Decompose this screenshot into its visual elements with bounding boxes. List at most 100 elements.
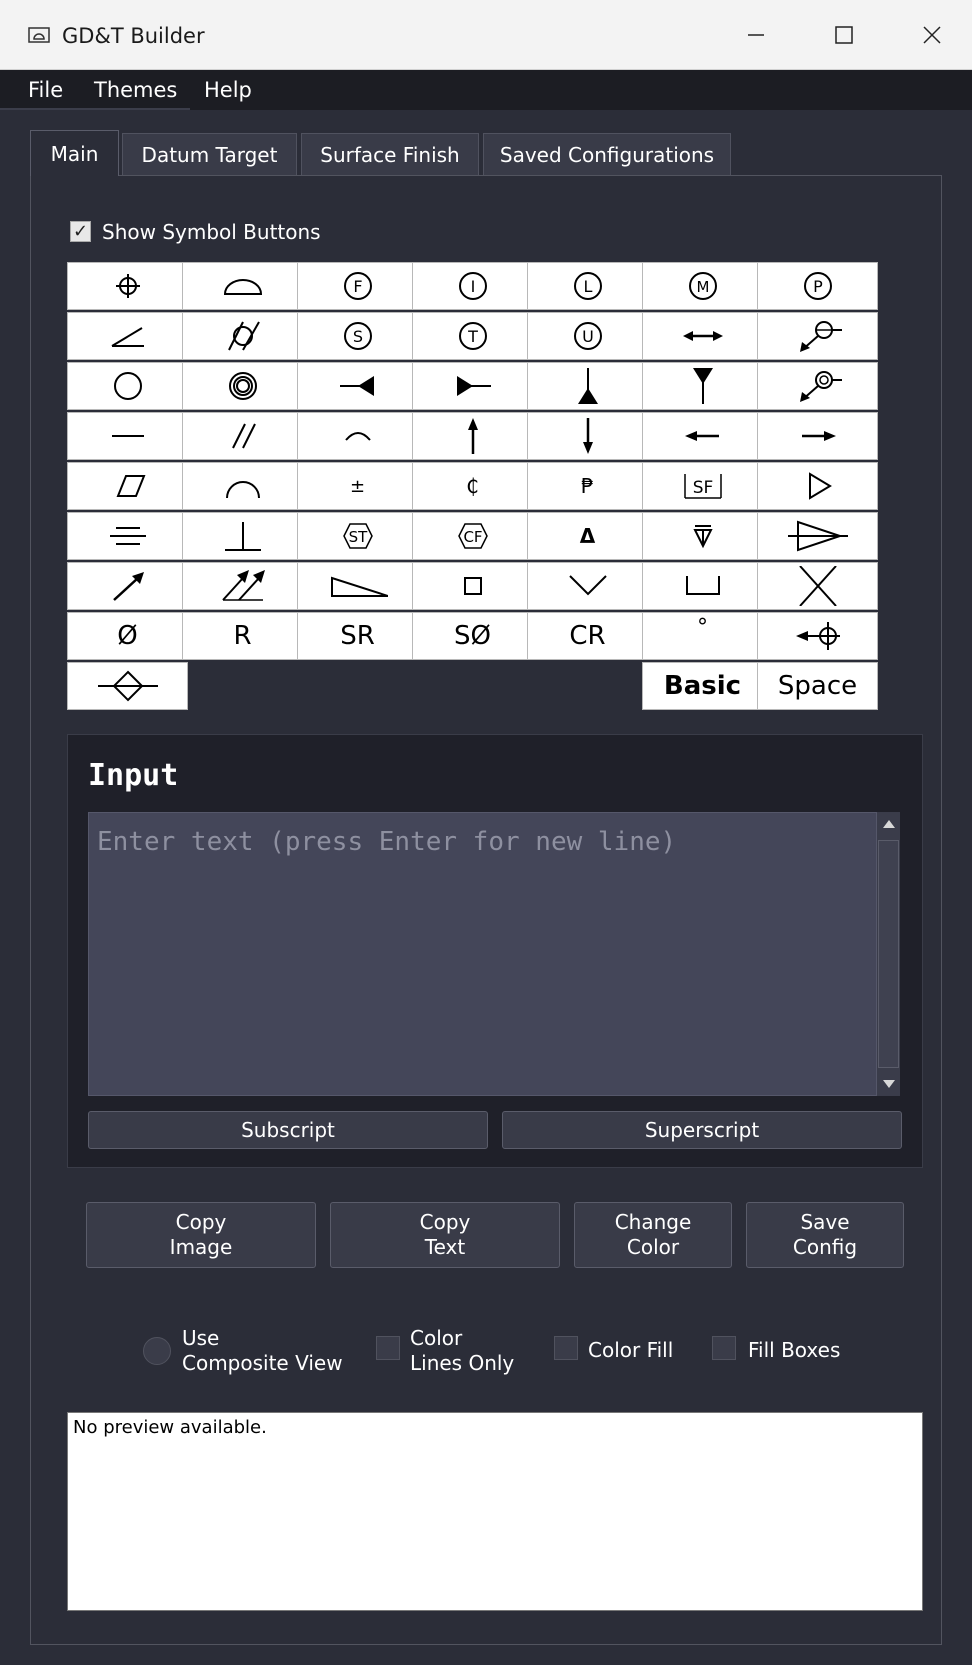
symbol-diameter-button[interactable]: Ø — [67, 612, 188, 660]
symbol-square-button[interactable] — [412, 562, 533, 610]
tab-datum-target[interactable]: Datum Target — [122, 133, 297, 175]
symbol-circle-p-button[interactable]: P — [757, 262, 878, 310]
menu-themes[interactable]: Themes — [94, 78, 177, 102]
arrow-down-icon — [582, 418, 593, 454]
minimize-button[interactable] — [716, 0, 796, 70]
scroll-down-button[interactable] — [877, 1072, 900, 1096]
text-input-scrollbar[interactable] — [876, 812, 900, 1096]
symbol-position-button[interactable] — [67, 262, 188, 310]
basic-dimension-button[interactable]: Basic — [642, 662, 763, 710]
symbol-datum-feature-diamond-button[interactable] — [67, 662, 188, 710]
close-button[interactable] — [892, 0, 972, 70]
symbol-double-arrow-button[interactable] — [642, 312, 763, 360]
text-input[interactable] — [88, 812, 900, 1096]
color-lines-only-checkbox[interactable] — [376, 1336, 400, 1360]
symbol-continuous-feature-button[interactable]: CF — [412, 512, 533, 560]
symbol-circle-s-button[interactable]: S — [297, 312, 418, 360]
symbol-spherical-radius-button[interactable]: SR — [297, 612, 418, 660]
arrow-right-icon — [801, 431, 836, 441]
symbol-datum-target-leader-button[interactable] — [757, 312, 878, 360]
color-fill-checkbox[interactable] — [554, 1336, 578, 1360]
circularity-icon — [113, 372, 142, 400]
space-button[interactable]: Space — [757, 662, 878, 710]
symbol-datum-triangle-up-button[interactable] — [527, 362, 648, 410]
symbol-profile-line-button[interactable] — [182, 462, 303, 510]
symbol-radius-button[interactable]: R — [182, 612, 303, 660]
symbol-circle-t-button[interactable]: T — [412, 312, 533, 360]
menu-file[interactable]: File — [28, 78, 63, 102]
symbol-datum-triangle-down-button[interactable] — [642, 362, 763, 410]
circle-f-letter: F — [353, 277, 362, 296]
symbol-delta-button[interactable]: Δ — [527, 512, 648, 560]
change-color-button[interactable]: Change Color — [574, 1202, 732, 1268]
conical-taper-icon — [787, 520, 848, 552]
close-icon — [923, 26, 941, 44]
symbol-counterbore-button[interactable] — [642, 562, 763, 610]
symbol-arc-button[interactable] — [297, 412, 418, 460]
symbol-arrow-right-button[interactable] — [757, 412, 878, 460]
symbol-depth-button[interactable] — [642, 512, 763, 560]
symbol-degree-button[interactable]: ° — [642, 612, 763, 660]
symbol-circle-u-button[interactable]: U — [527, 312, 648, 360]
symbol-cylindricity-button[interactable] — [182, 312, 303, 360]
symbol-arrow-up-button[interactable] — [412, 412, 533, 460]
symbol-plus-minus-button[interactable]: ± — [297, 462, 418, 510]
fill-boxes-checkbox[interactable] — [712, 1336, 736, 1360]
show-symbol-buttons-checkbox[interactable]: ✓ — [70, 221, 91, 242]
symbol-spotface-button[interactable]: SF — [642, 462, 763, 510]
symbol-centerline-button[interactable]: ₵ — [412, 462, 533, 510]
symbol-slope-button[interactable] — [757, 462, 878, 510]
symbol-circle-m-button[interactable]: M — [642, 262, 763, 310]
tab-surface-finish[interactable]: Surface Finish — [301, 133, 479, 175]
symbol-taper-button[interactable] — [297, 562, 418, 610]
symbol-circle-f-button[interactable]: F — [297, 262, 418, 310]
copy-image-button[interactable]: Copy Image — [86, 1202, 316, 1268]
symbol-parallelism-button[interactable] — [182, 412, 303, 460]
symbol-spherical-diameter-button[interactable]: SØ — [412, 612, 533, 660]
symbol-arrow-down-button[interactable] — [527, 412, 648, 460]
between-icon — [798, 566, 837, 606]
symbol-datum-triangle-right-button[interactable] — [412, 362, 533, 410]
symbol-arrow-left-button[interactable] — [642, 412, 763, 460]
symbol-total-runout-button[interactable] — [182, 562, 303, 610]
composite-view-radio[interactable] — [143, 1337, 171, 1365]
app-icon — [28, 27, 50, 43]
symbol-circle-l-button[interactable]: L — [527, 262, 648, 310]
symbol-datum-triangle-left-button[interactable] — [297, 362, 418, 410]
symbol-property-line-button[interactable]: ₱ — [527, 462, 648, 510]
subscript-button[interactable]: Subscript — [88, 1111, 488, 1149]
symbol-straightness-button[interactable] — [67, 412, 188, 460]
scroll-up-button[interactable] — [877, 812, 900, 836]
superscript-button[interactable]: Superscript — [502, 1111, 902, 1149]
symbol-between-button[interactable] — [757, 562, 878, 610]
circle-p-icon: P — [803, 272, 832, 300]
symbol-perpendicularity-button[interactable] — [182, 512, 303, 560]
symbol-circularity-button[interactable] — [67, 362, 188, 410]
symbol-movable-datum-target-button[interactable] — [757, 362, 878, 410]
tab-main[interactable]: Main — [30, 130, 119, 176]
symbol-circle-i-button[interactable]: I — [412, 262, 533, 310]
symbol-symmetry-button[interactable] — [67, 512, 188, 560]
symbol-dimension-origin-button[interactable] — [757, 612, 878, 660]
profile-line-icon — [225, 481, 260, 499]
spotface-text: SF — [692, 478, 713, 498]
preview-area: No preview available. — [67, 1412, 923, 1611]
symbol-statistical-button[interactable]: ST — [297, 512, 418, 560]
symbol-circular-runout-button[interactable] — [67, 562, 188, 610]
symbol-angularity-button[interactable] — [67, 312, 188, 360]
symbol-concentricity-button[interactable] — [182, 362, 303, 410]
save-config-button[interactable]: Save Config — [746, 1202, 904, 1268]
copy-text-button[interactable]: Copy Text — [330, 1202, 560, 1268]
symbol-flatness-button[interactable] — [67, 462, 188, 510]
arrow-up-icon — [467, 418, 478, 454]
tab-saved-configurations[interactable]: Saved Configurations — [483, 133, 731, 175]
maximize-button[interactable] — [804, 0, 884, 70]
symbol-profile-surface-button[interactable] — [182, 262, 303, 310]
circle-t-letter: T — [467, 327, 478, 346]
scroll-track[interactable] — [878, 840, 899, 1068]
symbol-controlled-radius-button[interactable]: CR — [527, 612, 648, 660]
menu-help[interactable]: Help — [204, 78, 252, 102]
symbol-conical-taper-button[interactable] — [757, 512, 878, 560]
symbol-countersink-button[interactable] — [527, 562, 648, 610]
square-icon — [463, 577, 482, 595]
